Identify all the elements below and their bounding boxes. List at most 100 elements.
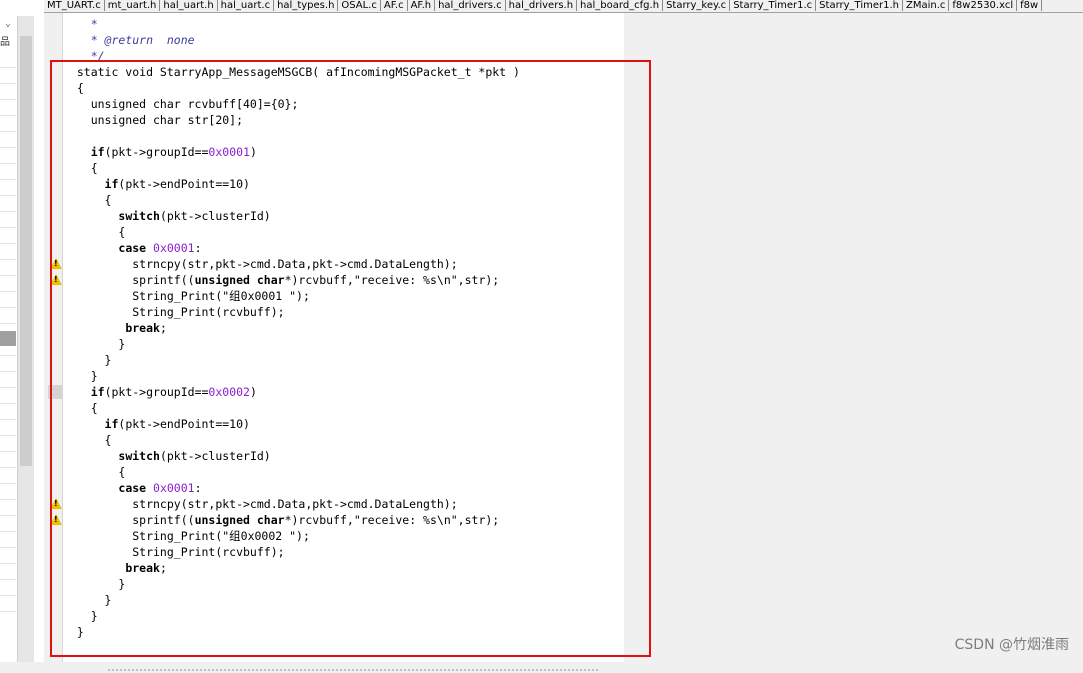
code-token: { <box>63 401 98 415</box>
code-token: sprintf(( <box>63 513 195 527</box>
code-token: } <box>63 337 126 351</box>
code-token: * <box>63 17 98 31</box>
workspace-scrollbar[interactable] <box>17 16 34 662</box>
code-line[interactable]: { <box>63 80 84 96</box>
code-line[interactable]: if(pkt->groupId==0x0002) <box>63 384 257 400</box>
code-line[interactable]: if(pkt->endPoint==10) <box>63 176 250 192</box>
warning-icon[interactable] <box>50 274 62 285</box>
collapse-icon[interactable]: ⌄ <box>0 16 16 32</box>
workspace-panel: ⌄ 品 <box>0 0 45 662</box>
tab-starry-timer1-c[interactable]: Starry_Timer1.c <box>730 0 817 11</box>
code-line[interactable]: unsigned char rcvbuff[40]={0}; <box>63 96 299 112</box>
code-token: { <box>63 193 112 207</box>
code-line[interactable]: String_Print(rcvbuff); <box>63 304 284 320</box>
code-line[interactable]: * @return none <box>63 32 195 48</box>
code-token: ) <box>249 385 257 399</box>
code-line[interactable]: String_Print(rcvbuff); <box>63 544 285 560</box>
code-line[interactable]: } <box>63 336 125 352</box>
code-line[interactable]: unsigned char str[20]; <box>63 112 243 128</box>
code-line[interactable]: } <box>63 624 84 640</box>
code-line[interactable]: { <box>63 160 98 176</box>
code-line[interactable]: case 0x0001: <box>63 480 202 496</box>
code-line[interactable]: { <box>63 432 112 448</box>
code-line[interactable]: } <box>63 576 125 592</box>
tab-hal-board-cfg-h[interactable]: hal_board_cfg.h <box>577 0 664 11</box>
code-line[interactable]: { <box>63 192 112 208</box>
code-line[interactable]: String_Print("组0x0002 "); <box>63 528 310 544</box>
code-token: if <box>104 177 119 191</box>
code-token: * @return none <box>63 33 195 47</box>
code-line[interactable]: switch(pkt->clusterId) <box>63 208 271 224</box>
tab-hal-types-h[interactable]: hal_types.h <box>274 0 339 11</box>
code-line[interactable]: break; <box>63 320 167 336</box>
code-token: (pkt->clusterId) <box>159 449 271 463</box>
code-line[interactable]: case 0x0001: <box>63 240 202 256</box>
code-editor[interactable]: * * @return none */ static void StarryAp… <box>44 13 624 671</box>
code-line[interactable]: switch(pkt->clusterId) <box>63 448 271 464</box>
code-token: String_Print("组0x0002 "); <box>63 529 310 543</box>
code-token: static void StarryApp_MessageMSGCB( afIn… <box>63 65 520 79</box>
code-line[interactable]: } <box>63 592 112 608</box>
scrollbar-thumb[interactable] <box>20 36 32 466</box>
code-token: : <box>194 481 202 495</box>
code-token: if <box>104 417 119 431</box>
code-line[interactable]: } <box>63 368 98 384</box>
tab-hal-uart-h[interactable]: hal_uart.h <box>160 0 218 11</box>
code-line[interactable]: } <box>63 352 112 368</box>
tab-af-c[interactable]: AF.c <box>381 0 408 11</box>
tab-hal-drivers-h[interactable]: hal_drivers.h <box>506 0 578 11</box>
code-line[interactable]: { <box>63 400 98 416</box>
tab-starry-key-c[interactable]: Starry_key.c <box>663 0 731 11</box>
warning-icon[interactable] <box>50 514 62 525</box>
workspace-selected-row[interactable] <box>0 331 16 346</box>
code-token: ; <box>159 561 167 575</box>
code-line[interactable]: } <box>63 608 98 624</box>
tab-af-h[interactable]: AF.h <box>408 0 436 11</box>
workspace-options-icon[interactable]: 品 <box>0 36 14 50</box>
code-line[interactable]: */ <box>63 48 105 64</box>
editor-gutter[interactable] <box>44 13 63 662</box>
code-line[interactable]: if(pkt->groupId==0x0001) <box>63 144 257 160</box>
line-marker[interactable] <box>48 385 62 399</box>
tab-starry-timer1-h[interactable]: Starry_Timer1.h <box>816 0 903 11</box>
code-line[interactable]: break; <box>63 560 167 576</box>
code-line[interactable]: static void StarryApp_MessageMSGCB( afIn… <box>63 64 520 80</box>
code-line[interactable]: { <box>63 224 125 240</box>
dotted-divider <box>108 669 598 673</box>
code-line[interactable]: sprintf((unsigned char*)rcvbuff,"receive… <box>63 272 499 288</box>
code-line[interactable]: sprintf((unsigned char*)rcvbuff,"receive… <box>63 512 499 528</box>
code-token: : <box>194 241 202 255</box>
tab-f8w2530-xcl[interactable]: f8w2530.xcl <box>949 0 1018 11</box>
code-token: } <box>63 369 98 383</box>
code-line[interactable]: strncpy(str,pkt->cmd.Data,pkt->cmd.DataL… <box>63 496 457 512</box>
code-line[interactable]: strncpy(str,pkt->cmd.Data,pkt->cmd.DataL… <box>63 256 457 272</box>
code-line[interactable]: * <box>63 16 98 32</box>
code-token: (pkt->clusterId) <box>159 209 271 223</box>
code-token: break <box>125 321 160 335</box>
code-token: String_Print(rcvbuff); <box>63 545 285 559</box>
code-token: break <box>125 561 160 575</box>
code-token: case <box>118 241 147 255</box>
tab-hal-uart-c[interactable]: hal_uart.c <box>218 0 275 11</box>
code-token: (pkt->endPoint==10) <box>118 417 250 431</box>
warning-icon[interactable] <box>50 498 62 509</box>
tab-hal-drivers-c[interactable]: hal_drivers.c <box>435 0 506 11</box>
code-token: } <box>63 593 112 607</box>
warning-icon[interactable] <box>50 258 62 269</box>
tab-osal-c[interactable]: OSAL.c <box>338 0 381 11</box>
tab-zmain-c[interactable]: ZMain.c <box>903 0 950 11</box>
code-line[interactable]: { <box>63 464 125 480</box>
tab-mt-uart-h[interactable]: mt_uart.h <box>105 0 161 11</box>
code-line[interactable]: String_Print("组0x0001 "); <box>63 288 310 304</box>
tab-f8w[interactable]: f8w <box>1017 0 1043 11</box>
tab-mt-uart-c[interactable]: MT_UART.c <box>44 0 105 11</box>
code-line[interactable]: if(pkt->endPoint==10) <box>63 416 250 432</box>
code-token: 0x0001 <box>153 241 195 255</box>
